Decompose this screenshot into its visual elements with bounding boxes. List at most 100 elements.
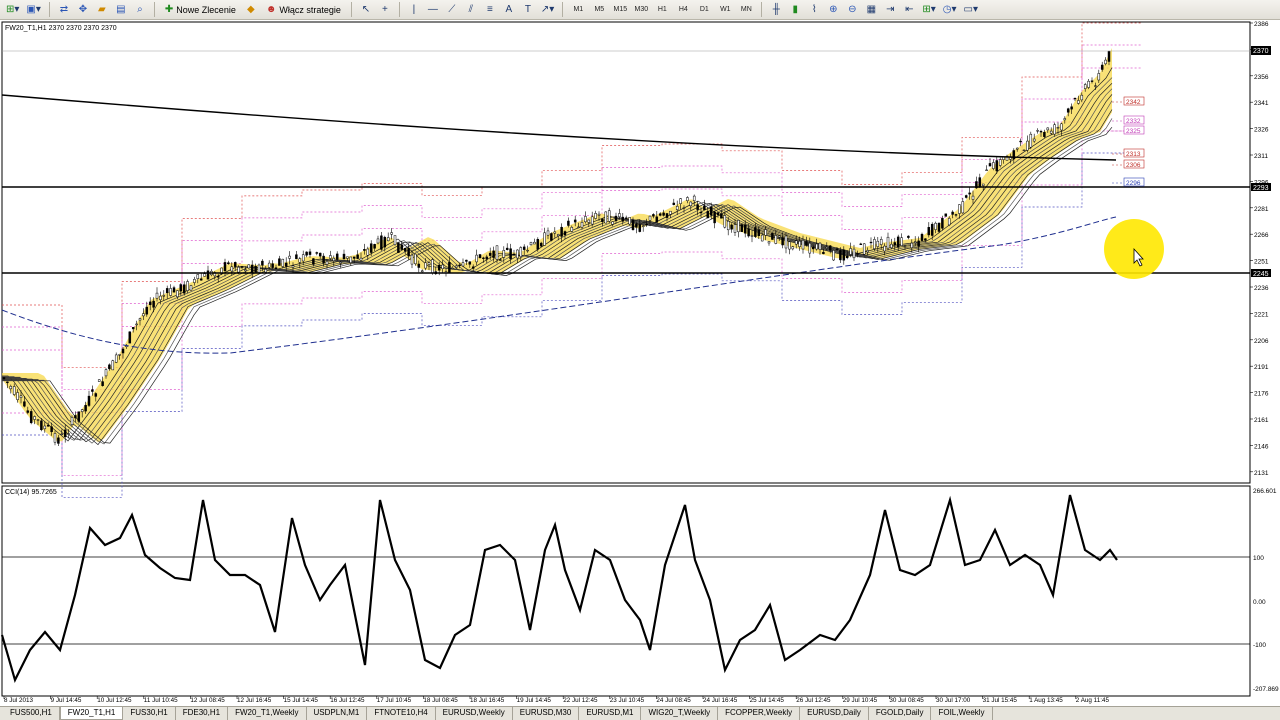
new-order-button[interactable]: ✚ Nowe Zlecenie (160, 2, 241, 18)
chart-tab[interactable]: EURUSD,M1 (579, 707, 642, 720)
periods-button[interactable]: ◷ ▾ (940, 2, 960, 18)
level-label: 2342 (1126, 99, 1141, 106)
candle-body (424, 262, 427, 269)
chart-tab[interactable]: EURUSD,M30 (512, 707, 580, 720)
candle-body (315, 252, 319, 254)
label-tool-button[interactable]: T (519, 2, 537, 18)
strategy-tester-button[interactable]: ⌕ (131, 2, 149, 18)
candle-body (441, 264, 444, 269)
cci-line (0, 494, 1118, 684)
chart-tab[interactable]: FUS500,H1 (3, 707, 60, 720)
timeframe-h1[interactable]: H1 (652, 2, 672, 18)
candle-body (611, 221, 614, 225)
price-chart-canvas[interactable]: 2342 2332 2325 2313 2306 2296 FW20_T1,H1 2370… (0, 20, 1280, 706)
price-tick-label: 2131 (1254, 470, 1269, 477)
new-chart-button[interactable]: ⊞ ▾ (3, 2, 22, 18)
timeframe-m15[interactable]: M15 (610, 2, 630, 18)
candle-body (573, 219, 577, 223)
candle-body (828, 245, 832, 251)
level-label: 2313 (1126, 151, 1141, 158)
profiles-button[interactable]: ▣ ▾ (23, 2, 43, 18)
chart-tab[interactable]: USDPLN,M1 (306, 707, 368, 720)
candle-body (1104, 59, 1107, 65)
timeframe-m5[interactable]: M5 (589, 2, 609, 18)
timeframe-h4[interactable]: H4 (673, 2, 693, 18)
candle-body (740, 224, 744, 232)
timeframe-m30[interactable]: M30 (631, 2, 651, 18)
chart-tab[interactable]: EURUSD,Weekly (435, 707, 513, 720)
market-watch-button[interactable]: ⇄ (55, 2, 73, 18)
cursor-tool-button[interactable]: ↖ (357, 2, 375, 18)
candle-body (689, 201, 693, 207)
chart-shift-button[interactable]: ⇤ (900, 2, 918, 18)
fibonacci-button[interactable]: ≡ (481, 2, 499, 18)
autoscroll-button[interactable]: ⇥ (881, 2, 899, 18)
zoom-in-button[interactable]: ⊕ (824, 2, 842, 18)
price-channel-bands (2, 22, 1142, 498)
ma-ribbon-line (2, 109, 1113, 446)
timeframe-m1[interactable]: M1 (568, 2, 588, 18)
upper-line-label: 2293 (1253, 185, 1269, 192)
data-window-button[interactable]: ▰ (93, 2, 111, 18)
crosshair-tool-button[interactable]: + (376, 2, 394, 18)
candle-body (794, 240, 798, 245)
price-tick-label: 2311 (1254, 153, 1268, 160)
line-chart-button[interactable]: ⌇ (805, 2, 823, 18)
templates-button[interactable]: ▭ ▾ (961, 2, 981, 18)
chart-tab[interactable]: FDE30,H1 (175, 707, 229, 720)
candle-body (121, 348, 125, 354)
terminal-button[interactable]: ▤ (112, 2, 130, 18)
price-tick-label: 2266 (1254, 232, 1269, 239)
candle-body (791, 246, 795, 250)
horizontal-line-button[interactable]: — (424, 2, 442, 18)
candle-body (376, 238, 380, 244)
chart-tab[interactable]: FTNOTE10,H4 (367, 707, 436, 720)
text-tool-button[interactable]: A (500, 2, 518, 18)
timeframe-mn[interactable]: MN (736, 2, 756, 18)
candle-body (1063, 118, 1067, 121)
candle-body (417, 263, 421, 268)
strategies-toggle-button[interactable]: ☻ Włącz strategie (261, 2, 346, 18)
chart-tab[interactable]: EURUSD,Daily (800, 707, 869, 720)
navigator-button[interactable]: ✥ (74, 2, 92, 18)
new-chart-icon: ⊞ (6, 3, 15, 15)
trendline-button[interactable]: ⟋ (443, 2, 461, 18)
main-chart-frame (1, 21, 1251, 484)
horizontal-line-icon: — (427, 3, 438, 15)
timeframe-w1[interactable]: W1 (715, 2, 735, 18)
chart-tab[interactable]: FOIL,Weekly (931, 707, 993, 720)
timeframe-d1[interactable]: D1 (694, 2, 714, 18)
candle-body (1036, 130, 1039, 132)
time-axis: 8 Jul 2013 9 Jul 14:45 10 Jul 12:45 11 Jul … (3, 696, 1110, 704)
metaeditor-button[interactable]: ◆ (242, 2, 260, 18)
bar-chart-button[interactable]: ╫ (767, 2, 785, 18)
candle-body (223, 262, 227, 271)
chart-tab[interactable]: WIG20_T,Weekly (641, 707, 719, 720)
tile-windows-button[interactable]: ▦ (862, 2, 880, 18)
candle-body (1097, 73, 1101, 81)
candle-body (760, 234, 764, 242)
candle-body (281, 258, 285, 267)
chart-window[interactable]: 2342 2332 2325 2313 2306 2296 FW20_T1,H1 2370… (0, 20, 1280, 704)
channel-button[interactable]: ⫽ (462, 2, 480, 18)
candle-body (2, 377, 6, 379)
time-tick-label: 2 Aug 11:45 (1076, 697, 1110, 704)
chart-tab[interactable]: FW20_T1,H1 (59, 707, 124, 720)
zoom-out-icon: ⊖ (848, 3, 857, 15)
candle-body (1090, 80, 1094, 82)
candlestick-button[interactable]: ▮ (786, 2, 804, 18)
candle-body (879, 239, 883, 245)
indicators-button[interactable]: ⊞ ▾ (919, 2, 938, 18)
arrows-button[interactable]: ↗ ▾ (538, 2, 557, 18)
chart-tab[interactable]: FCOPPER,Weekly (718, 707, 801, 720)
zoom-out-button[interactable]: ⊖ (843, 2, 861, 18)
chart-tab[interactable]: FUS30,H1 (123, 707, 176, 720)
candle-body (152, 300, 155, 308)
candle-body (1070, 106, 1073, 110)
chart-tab[interactable]: FGOLD,Daily (868, 707, 932, 720)
candle-body (682, 207, 686, 209)
vertical-line-button[interactable]: | (405, 2, 423, 18)
price-tick-label: 2326 (1254, 127, 1269, 134)
chart-tab[interactable]: FW20_T1,Weekly (228, 707, 307, 720)
candle-body (478, 254, 482, 259)
